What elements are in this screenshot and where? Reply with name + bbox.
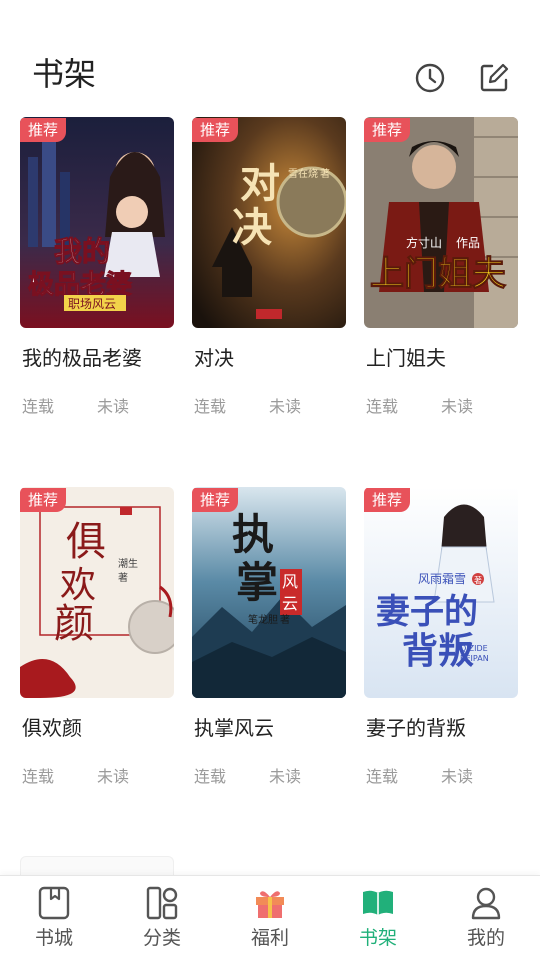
cover-title-line1: 对: [240, 160, 280, 207]
tab-label: 书架: [358, 927, 397, 949]
cover-author-suffix: 著: [118, 571, 128, 584]
cover-author: 潮生: [118, 557, 138, 570]
book-title: 妻子的背叛: [366, 716, 466, 740]
cover-author-suffix: 著: [474, 575, 482, 585]
book-status: 连载: [22, 397, 55, 416]
book-status: 连载: [366, 767, 399, 786]
cover-title-line1: 俱: [66, 519, 106, 565]
recommend-badge: 推荐: [192, 488, 239, 512]
tab-category[interactable]: 分类: [108, 876, 216, 960]
cover-author-suffix: 作品: [456, 236, 480, 250]
book-cover[interactable]: 方寸山 作品 上门姐夫 推荐: [364, 117, 518, 328]
cover-author-suffix: 著: [280, 613, 290, 626]
recommend-badge: 推荐: [20, 488, 67, 512]
category-icon: [146, 886, 178, 920]
recommend-badge: 推荐: [20, 118, 67, 142]
book-cover[interactable]: 我的 极品老婆 职场风云 推荐: [20, 117, 174, 328]
cover-pinyin-2: BEIPAN: [460, 654, 489, 663]
header: 书架: [0, 0, 540, 110]
book-status: 连载: [22, 767, 55, 786]
cover-title-line3: 颜: [54, 601, 94, 647]
cover-author-suffix: 著: [320, 167, 330, 180]
recommend-badge: 推荐: [364, 118, 411, 142]
cover-title-line1: 我的: [54, 235, 110, 268]
cover-title-line4: 云: [282, 594, 298, 613]
book-cover[interactable]: 风雨霜雪 著 妻子的 背叛 QIZIDE BEIPAN 推荐: [364, 487, 518, 698]
gift-icon: [256, 891, 284, 918]
book-read-state: 未读: [269, 397, 302, 416]
book-status: 连载: [194, 767, 227, 786]
book-title: 我的极品老婆: [22, 346, 142, 370]
edit-icon[interactable]: [478, 62, 510, 94]
tab-benefits[interactable]: 福利: [216, 876, 324, 960]
bookshelf-icon: [363, 890, 393, 915]
tab-label: 我的: [466, 927, 505, 949]
cover-title-line3: 风: [282, 572, 298, 591]
book-city-icon: [38, 886, 70, 920]
profile-icon: [471, 887, 501, 920]
cover-title-line2: 欢: [60, 565, 96, 606]
book-read-state: 未读: [269, 767, 302, 786]
clock-icon[interactable]: [414, 62, 446, 94]
tab-label: 分类: [142, 927, 181, 949]
book-cover[interactable]: 执 掌 风 云 笔龙胆 著 推荐: [192, 487, 346, 698]
bottom-tab-bar: 书城 分类 福利 书架 我的: [0, 875, 540, 960]
book-card-partial[interactable]: [20, 856, 174, 876]
tab-label: 福利: [250, 927, 289, 949]
tab-bookshelf[interactable]: 书架: [324, 876, 432, 960]
cover-author: 风雨霜雪: [418, 572, 466, 586]
tab-book-city[interactable]: 书城: [0, 876, 108, 960]
cover-title: 上门姐夫: [370, 254, 507, 294]
page-title: 书架: [32, 55, 97, 93]
cover-author: 笔龙胆: [248, 613, 278, 626]
cover-subtitle: 职场风云: [68, 297, 116, 311]
cover-author: 方寸山: [406, 235, 442, 250]
book-read-state: 未读: [441, 397, 474, 416]
book-read-state: 未读: [441, 767, 474, 786]
cover-title-line2: 决: [232, 204, 272, 251]
book-title: 上门姐夫: [366, 346, 446, 370]
book-title: 对决: [194, 346, 234, 370]
book-read-state: 未读: [97, 767, 130, 786]
cover-title-line1: 执: [232, 510, 274, 559]
book-cover[interactable]: 对 决 雪在烧 著 推荐: [192, 117, 346, 328]
book-status: 连载: [366, 397, 399, 416]
cover-author: 雪在烧: [288, 167, 318, 180]
recommend-badge: 推荐: [364, 488, 411, 512]
book-status: 连载: [194, 397, 227, 416]
recommend-badge: 推荐: [192, 118, 239, 142]
tab-label: 书城: [34, 927, 73, 949]
book-title: 俱欢颜: [22, 716, 82, 740]
book-read-state: 未读: [97, 397, 130, 416]
cover-title-line2: 掌: [236, 558, 278, 607]
cover-title-line1: 妻子的: [376, 592, 478, 632]
cover-pinyin-1: QIZIDE: [460, 644, 488, 653]
book-title: 执掌风云: [194, 716, 274, 740]
book-cover[interactable]: 俱 欢 颜 潮生 著 推荐: [20, 487, 174, 698]
tab-profile[interactable]: 我的: [432, 876, 540, 960]
